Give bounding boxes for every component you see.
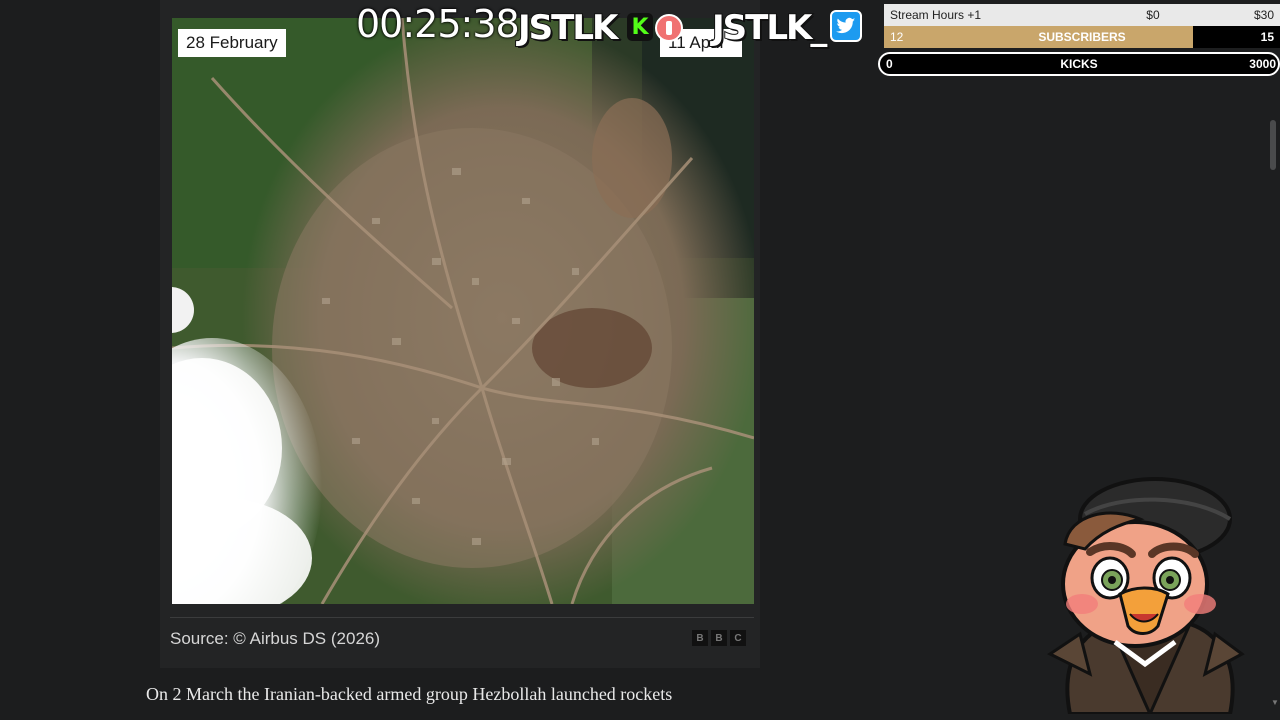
bbc-logo: B B C [692, 630, 746, 646]
subscribers-goal-bar: 12 SUBSCRIBERS 15 [884, 26, 1280, 48]
before-date-label: 28 February [178, 29, 286, 57]
stream-hours-goal: Stream Hours +1 $0 $30 [884, 4, 1280, 26]
bbc-logo-letter: B [711, 630, 727, 646]
streamer-mascot-avatar [1040, 474, 1252, 718]
kick-logo-icon: K [627, 13, 653, 41]
goal-target: 15 [1260, 30, 1274, 44]
channel-handle-logo: JSTLK_ [711, 7, 828, 49]
bbc-logo-letter: B [692, 630, 708, 646]
satellite-image-slider[interactable] [172, 18, 754, 604]
goal-label: KICKS [1060, 57, 1098, 71]
record-icon [655, 14, 683, 42]
twitter-bird-icon [836, 17, 856, 34]
goal-target: $30 [1253, 8, 1274, 22]
goal-target: 3000 [1249, 57, 1276, 71]
scroll-down-arrow-icon[interactable]: ▼ [1271, 698, 1279, 707]
goal-label: SUBSCRIBERS [1038, 30, 1126, 44]
kicks-goal-bar: 0 KICKS 3000 [878, 52, 1280, 76]
satellite-image [172, 18, 754, 604]
article-body-paragraph: On 2 March the Iranian-backed armed grou… [146, 684, 673, 704]
twitter-bird-icon [830, 10, 862, 42]
caption-divider [170, 617, 754, 618]
image-source-caption: Source: © Airbus DS (2026) [170, 629, 381, 648]
stream-timer: 00:25:38 [356, 2, 520, 46]
goal-current: $0 [1146, 8, 1160, 22]
bird-mascot-icon [1047, 477, 1245, 718]
bbc-logo-letter: C [730, 630, 746, 646]
page-scrollbar-thumb[interactable] [1270, 120, 1276, 170]
channel-brand-logo: JSTLK [517, 7, 619, 49]
